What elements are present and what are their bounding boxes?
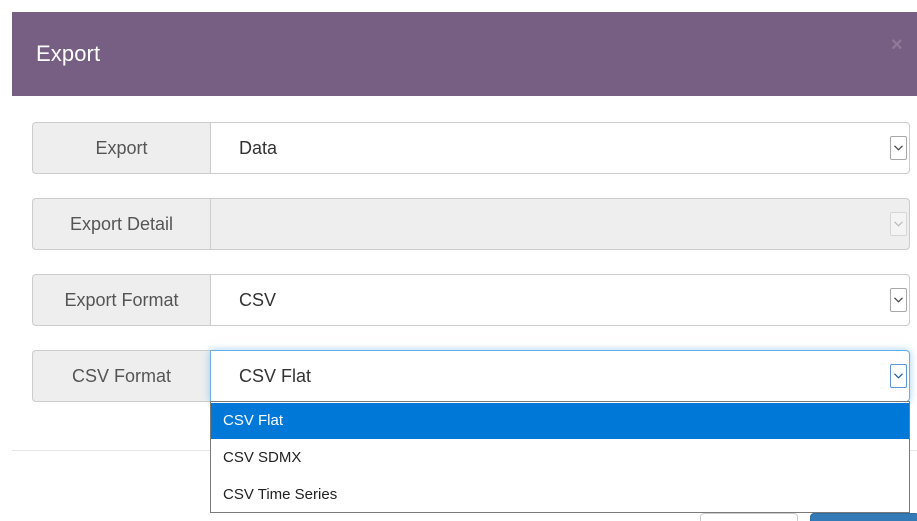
cancel-button[interactable]	[700, 513, 798, 521]
dropdown-option-csv-sdmx[interactable]: CSV SDMX	[211, 440, 909, 476]
modal-header: Export	[12, 12, 917, 96]
chevron-down-icon	[890, 212, 907, 236]
csv-format-select-value: CSV Flat	[239, 366, 312, 386]
export-button[interactable]	[810, 513, 917, 521]
export-select-value: Data	[239, 138, 278, 158]
chevron-down-icon[interactable]	[890, 136, 907, 160]
export-format-row: Export Format CSV	[32, 274, 910, 326]
export-detail-row: Export Detail	[32, 198, 910, 250]
export-label: Export	[32, 122, 210, 174]
csv-format-label: CSV Format	[32, 350, 210, 402]
csv-format-select[interactable]: CSV Flat	[210, 350, 910, 402]
export-detail-select	[210, 198, 910, 250]
export-format-select[interactable]: CSV	[210, 274, 910, 326]
modal-title: Export	[36, 41, 101, 66]
dropdown-option-csv-time-series[interactable]: CSV Time Series	[211, 477, 909, 513]
close-icon[interactable]: ×	[891, 35, 903, 55]
export-format-select-value: CSV	[239, 290, 277, 310]
export-dialog: Export × Export Data Export Detail Expor…	[0, 0, 917, 521]
chevron-down-icon[interactable]	[890, 364, 907, 388]
chevron-down-icon[interactable]	[890, 288, 907, 312]
export-row: Export Data	[32, 122, 910, 174]
dropdown-option-csv-flat[interactable]: CSV Flat	[211, 403, 909, 439]
export-select[interactable]: Data	[210, 122, 910, 174]
csv-format-row: CSV Format CSV Flat	[32, 350, 910, 402]
export-detail-label: Export Detail	[32, 198, 210, 250]
csv-format-dropdown-list: CSV Flat CSV SDMX CSV Time Series	[210, 401, 910, 513]
export-format-label: Export Format	[32, 274, 210, 326]
